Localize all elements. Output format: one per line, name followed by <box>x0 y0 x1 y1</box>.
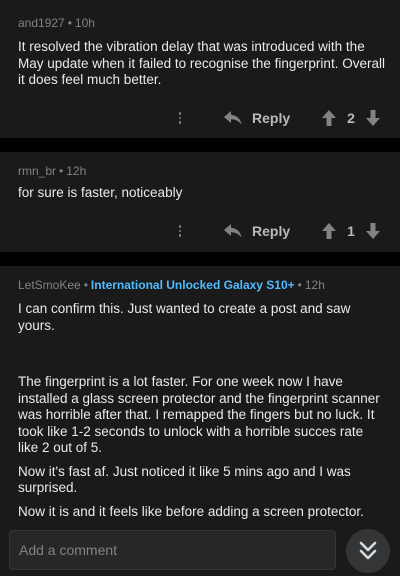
comment-author[interactable]: rmn_br <box>18 164 56 178</box>
double-chevron-down-icon <box>359 541 377 560</box>
vote-count: 1 <box>347 223 355 239</box>
reply-button[interactable]: Reply <box>224 108 290 128</box>
reply-label: Reply <box>252 223 291 239</box>
add-comment-input[interactable] <box>9 530 336 570</box>
upvote-icon[interactable] <box>321 223 337 239</box>
meta-separator: • <box>67 16 72 30</box>
comment-feed: and1927 • 10h It resolved the vibration de… <box>0 0 400 526</box>
jump-to-next-button[interactable] <box>346 529 390 573</box>
comment-meta: LetSmoKee • International Unlocked Galaxy … <box>18 277 325 293</box>
user-flair: International Unlocked Galaxy S10+ <box>90 278 295 292</box>
reply-arrow-icon <box>224 111 242 125</box>
reply-label: Reply <box>252 110 291 126</box>
comment-age: 12h <box>304 278 325 292</box>
comment-age: 10h <box>74 16 95 30</box>
upvote-icon[interactable] <box>321 110 337 126</box>
more-options-icon[interactable] <box>175 108 185 128</box>
comment-body: It resolved the vibration delay that was… <box>18 39 386 89</box>
comment-paragraph: Now it is and it feels like before addin… <box>18 503 364 519</box>
comment-age: 12h <box>66 164 87 178</box>
comment-meta: rmn_br • 12h <box>18 163 86 179</box>
comment: rmn_br • 12h for sure is faster, noticeabl… <box>0 152 400 252</box>
comment-author[interactable]: and1927 <box>18 16 65 30</box>
reply-button[interactable]: Reply <box>224 221 290 241</box>
meta-separator: • <box>297 278 302 292</box>
comment-paragraph: Now it's fast af. Just noticed it like 5… <box>18 463 351 496</box>
comment-actions: Reply 1 <box>0 217 400 245</box>
comment: LetSmoKee • International Unlocked Galaxy … <box>0 266 400 526</box>
comment-actions: Reply 2 <box>0 104 400 132</box>
meta-separator: • <box>83 278 88 292</box>
downvote-icon[interactable] <box>365 110 381 126</box>
comment-paragraph: The fingerprint is a lot faster. For one… <box>18 374 380 455</box>
comment-body: for sure is faster, noticeably <box>18 185 386 202</box>
downvote-icon[interactable] <box>365 223 381 239</box>
comment-author[interactable]: LetSmoKee <box>18 278 81 292</box>
comment-paragraph: It resolved the vibration delay that was… <box>18 39 385 87</box>
vote-count: 2 <box>347 110 355 126</box>
more-options-icon[interactable] <box>175 221 185 241</box>
comment-composer <box>0 524 400 576</box>
comment-meta: and1927 • 10h <box>18 15 95 31</box>
comment-paragraph: for sure is faster, noticeably <box>18 185 183 200</box>
comment-paragraph: I can confirm this. Just wanted to creat… <box>18 301 351 333</box>
reply-arrow-icon <box>224 224 242 238</box>
comment-body: I can confirm this. Just wanted to creat… <box>18 301 386 520</box>
comment: and1927 • 10h It resolved the vibration de… <box>0 0 400 138</box>
meta-separator: • <box>59 164 64 178</box>
